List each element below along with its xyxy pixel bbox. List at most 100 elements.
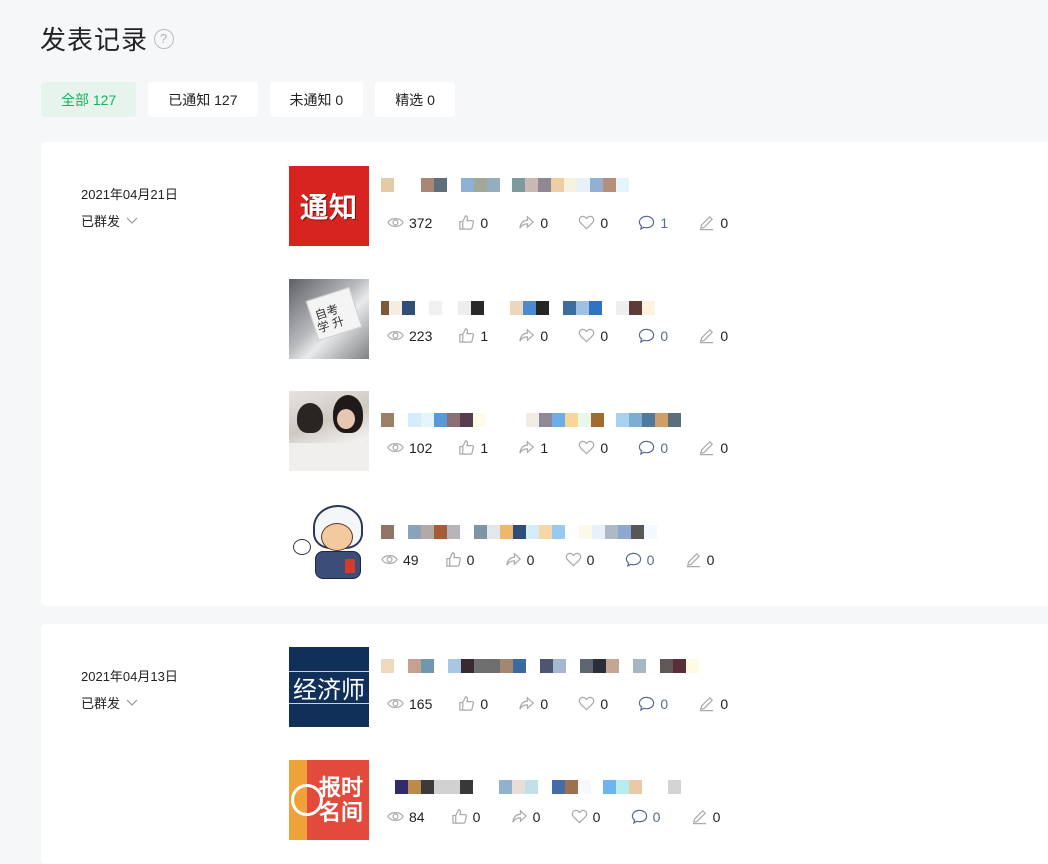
shares-count: 0 — [532, 808, 541, 825]
article-item[interactable]: 通知 372 0 0 0 1 0 — [289, 166, 989, 246]
article-title-blurred[interactable] — [381, 525, 657, 539]
heart-icon — [579, 328, 595, 343]
shares-stat: 0 — [511, 808, 545, 825]
comments-count[interactable]: 0 — [660, 440, 672, 456]
heart-icon — [579, 696, 595, 711]
article-thumbnail[interactable] — [289, 391, 369, 471]
comments-stat[interactable]: 1 — [638, 214, 672, 231]
comments-count[interactable]: 0 — [653, 809, 665, 825]
status-dropdown[interactable]: 已群发 — [81, 211, 178, 230]
article-item[interactable]: 49 0 0 0 0 0 — [289, 503, 989, 583]
article-title-blurred[interactable] — [381, 413, 681, 427]
views-count: 102 — [409, 439, 433, 456]
article-stats: 223 1 0 0 0 0 — [387, 327, 758, 344]
shares-count: 0 — [540, 327, 549, 344]
edits-stat[interactable]: 0 — [698, 327, 732, 344]
favs-stat: 0 — [578, 214, 612, 231]
edits-stat[interactable]: 0 — [698, 695, 732, 712]
thumbnail-text: 通知 — [299, 192, 358, 223]
likes-count: 1 — [480, 327, 489, 344]
edits-stat[interactable]: 0 — [691, 808, 725, 825]
comments-count[interactable]: 0 — [647, 552, 659, 568]
comments-count[interactable]: 0 — [660, 328, 672, 344]
thumbnail-text: 报时 名间 — [318, 775, 363, 825]
group-meta: 2021年04月13日 已群发 — [81, 666, 178, 712]
comment-icon — [625, 552, 641, 568]
edits-count: 0 — [706, 551, 715, 568]
page-title-text: 发表记录 — [40, 25, 149, 55]
comments-count[interactable]: 0 — [660, 696, 672, 712]
likes-count: 0 — [472, 808, 481, 825]
help-icon[interactable]: ? — [154, 28, 175, 49]
likes-stat: 0 — [451, 808, 485, 825]
thumbs-up-icon — [459, 328, 475, 343]
eye-icon — [381, 554, 398, 565]
pencil-icon — [692, 809, 706, 825]
comments-stat[interactable]: 0 — [638, 439, 672, 456]
tab-featured[interactable]: 精选 0 — [375, 82, 455, 117]
comment-icon — [631, 809, 647, 825]
tab-not-notified[interactable]: 未通知 0 — [269, 82, 364, 117]
comments-stat[interactable]: 0 — [638, 695, 672, 712]
share-icon — [505, 552, 521, 566]
article-thumbnail[interactable]: 报时 名间 — [289, 760, 369, 840]
views-stat: 102 — [387, 439, 432, 456]
share-icon — [519, 696, 535, 710]
pencil-icon — [700, 696, 714, 712]
article-thumbnail[interactable]: 通知 自考学 升 — [289, 279, 369, 359]
article-stats: 372 0 0 0 1 0 — [387, 214, 758, 231]
article-thumbnail[interactable]: 经济师 — [289, 647, 369, 727]
tab-notified[interactable]: 已通知 127 — [148, 82, 258, 117]
heart-icon — [571, 809, 587, 824]
views-count: 223 — [409, 327, 433, 344]
comments-stat[interactable]: 0 — [631, 808, 665, 825]
article-thumbnail[interactable] — [289, 503, 369, 583]
article-title-blurred[interactable] — [381, 301, 655, 315]
views-stat: 223 — [387, 327, 432, 344]
pencil-icon — [686, 552, 700, 568]
likes-count: 0 — [480, 214, 489, 231]
views-stat: 84 — [387, 808, 425, 825]
article-item[interactable]: 通知 自考学 升 223 1 0 0 0 0 — [289, 279, 989, 359]
article-title-blurred[interactable] — [381, 659, 699, 673]
likes-stat: 1 — [458, 327, 492, 344]
views-count: 49 — [403, 551, 419, 568]
likes-count: 1 — [480, 439, 489, 456]
eye-icon — [387, 698, 404, 709]
comment-icon — [639, 440, 655, 456]
status-dropdown[interactable]: 已群发 — [81, 693, 178, 712]
heart-icon — [579, 215, 595, 230]
favs-stat: 0 — [565, 551, 599, 568]
comments-stat[interactable]: 0 — [638, 327, 672, 344]
eye-icon — [387, 330, 404, 341]
article-title-blurred[interactable] — [381, 178, 629, 192]
chevron-down-icon — [126, 217, 138, 224]
share-icon — [519, 440, 535, 454]
shares-count: 0 — [526, 551, 535, 568]
views-count: 84 — [409, 808, 425, 825]
thumbs-up-icon — [459, 215, 475, 230]
article-title-blurred[interactable] — [381, 780, 681, 794]
share-icon — [511, 809, 527, 823]
share-icon — [519, 328, 535, 342]
favs-count: 0 — [600, 214, 609, 231]
shares-stat: 0 — [518, 695, 552, 712]
comments-count[interactable]: 1 — [660, 215, 672, 231]
article-item[interactable]: 经济师 165 0 0 0 0 0 — [289, 647, 989, 727]
favs-stat: 0 — [571, 808, 605, 825]
edits-stat[interactable]: 0 — [698, 214, 732, 231]
article-item[interactable]: 102 1 1 0 0 0 — [289, 391, 989, 471]
favs-count: 0 — [586, 551, 595, 568]
comment-icon — [639, 215, 655, 231]
comments-stat[interactable]: 0 — [625, 551, 659, 568]
share-icon — [519, 215, 535, 229]
edits-stat[interactable]: 0 — [698, 439, 732, 456]
shares-count: 0 — [540, 695, 549, 712]
edits-stat[interactable]: 0 — [685, 551, 719, 568]
thumbs-up-icon — [459, 696, 475, 711]
article-stats: 84 0 0 0 0 0 — [387, 808, 751, 825]
article-thumbnail[interactable]: 通知 — [289, 166, 369, 246]
article-item[interactable]: 报时 名间 84 0 0 0 0 0 — [289, 760, 989, 840]
tab-all[interactable]: 全部 127 — [41, 82, 137, 117]
eye-icon — [387, 217, 404, 228]
